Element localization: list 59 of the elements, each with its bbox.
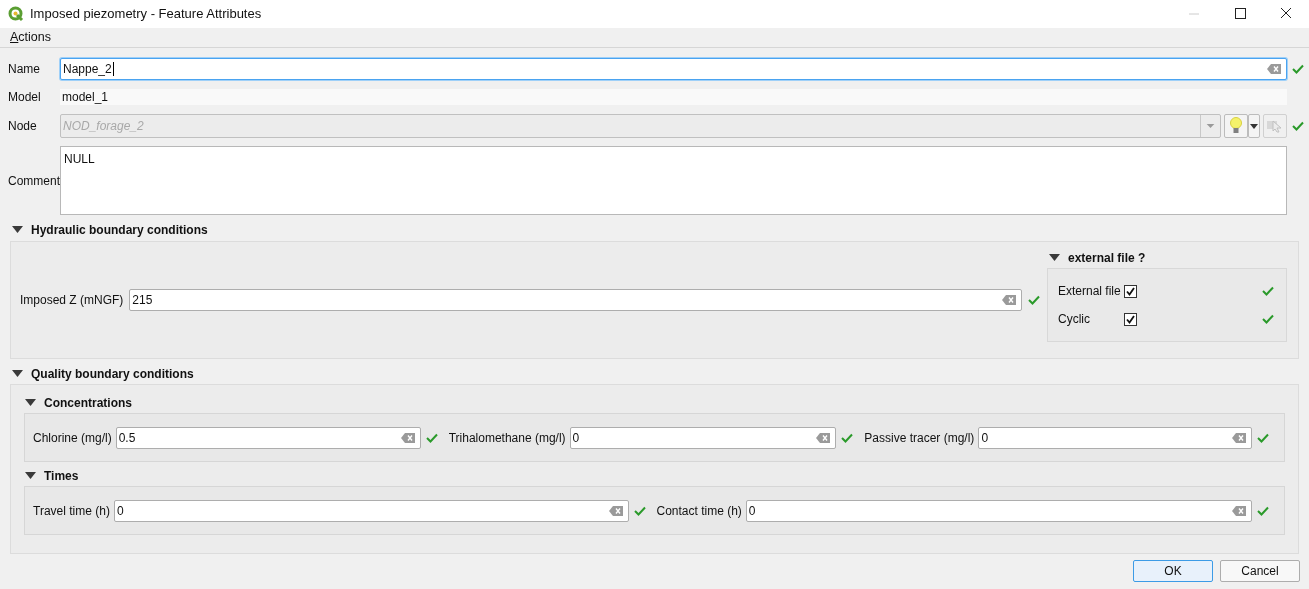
group-title: Times	[44, 468, 79, 485]
text-field[interactable]: 0	[113, 499, 629, 522]
text-field[interactable]: 0.5	[115, 426, 421, 449]
checkbox-label: Cyclic	[1058, 311, 1091, 328]
field-label: Comment	[8, 172, 60, 190]
clear-icon[interactable]	[1232, 505, 1246, 516]
collapse-arrow-icon[interactable]	[25, 399, 36, 407]
field-label: Passive tracer (mg/l)	[864, 429, 975, 447]
collapse-arrow-icon[interactable]	[1049, 254, 1060, 262]
clear-icon[interactable]	[608, 505, 623, 516]
dropdown-button[interactable]	[1248, 114, 1260, 138]
field-label: Travel time (h)	[33, 502, 110, 520]
text-field[interactable]: 0	[745, 499, 1252, 522]
window-title: Imposed piezometry - Feature Attributes	[30, 5, 263, 24]
cursor-icon	[1266, 119, 1284, 133]
comment-field[interactable]: NULL	[60, 146, 1287, 215]
collapse-arrow-icon[interactable]	[12, 226, 23, 234]
field-value: 0	[981, 429, 989, 447]
text-field[interactable]: Nappe_2	[60, 58, 1287, 80]
field-label: Model	[8, 89, 42, 106]
clear-icon[interactable]	[1267, 64, 1281, 74]
checkbox-label: External file	[1058, 283, 1122, 300]
field-label: Contact time (h)	[656, 502, 742, 520]
menu-item[interactable]: Actions	[10, 28, 51, 47]
collapse-arrow-icon[interactable]	[25, 472, 36, 480]
combo-value: NOD_forage_2	[62, 118, 145, 135]
group-title: Concentrations	[44, 395, 132, 412]
clear-icon[interactable]	[1002, 295, 1016, 305]
text-field[interactable]: 0	[978, 426, 1252, 449]
text-field[interactable]: 215	[129, 289, 1022, 311]
field-label: Trihalomethane (mg/l)	[448, 429, 566, 447]
field-value: 215	[132, 292, 153, 309]
dialog-button[interactable]: OK	[1133, 560, 1213, 582]
field-value: 0	[572, 429, 580, 447]
checkbox[interactable]	[1124, 312, 1137, 326]
caret-icon	[1250, 123, 1258, 129]
clear-icon[interactable]	[400, 432, 415, 443]
field-label: Imposed Z (mNGF)	[20, 292, 124, 309]
clear-icon[interactable]	[1232, 432, 1246, 443]
field-value: NULL	[64, 152, 95, 166]
field-label: Node	[8, 118, 38, 135]
lightbulb-icon	[1230, 117, 1242, 135]
dialog-button[interactable]: Cancel	[1220, 560, 1300, 582]
group-title: Quality boundary conditions	[31, 366, 194, 383]
checkbox[interactable]	[1124, 284, 1137, 298]
field-label: Chlorine (mg/l)	[33, 429, 112, 447]
lightbulb-button[interactable]	[1224, 114, 1248, 138]
collapse-arrow-icon[interactable]	[12, 370, 23, 378]
field-value: 0.5	[118, 429, 136, 447]
text-field[interactable]: 0	[569, 426, 837, 449]
field-value: Nappe_2	[63, 61, 112, 78]
app-logo-icon	[8, 6, 24, 22]
clear-icon[interactable]	[816, 432, 831, 443]
group-title: external file ?	[1068, 250, 1146, 267]
readonly-field: model_1	[60, 89, 1287, 105]
field-value: 0	[116, 502, 124, 520]
field-value: 0	[748, 502, 756, 520]
field-label: Name	[8, 61, 41, 78]
group-title: Hydraulic boundary conditions	[31, 222, 208, 239]
